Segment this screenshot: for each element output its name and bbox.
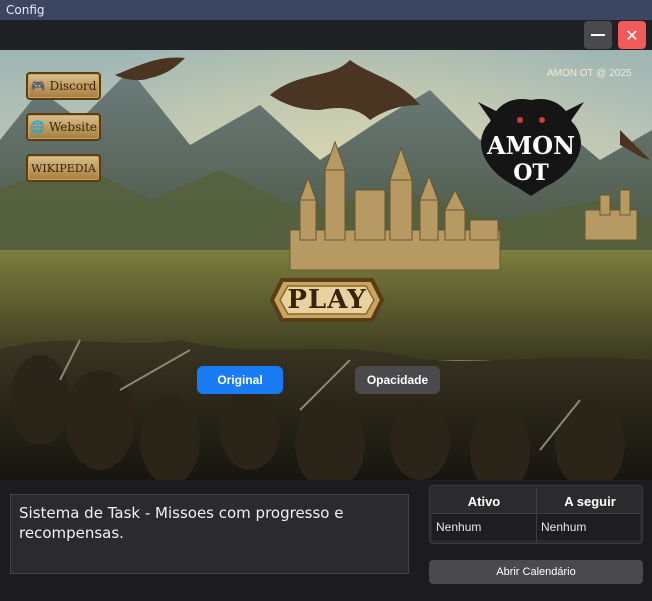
amon-ot-logo: AMON OT [472, 92, 590, 200]
title-bar: Config [0, 0, 652, 20]
play-label: PLAY [287, 285, 367, 315]
globe-icon: 🌐 [29, 120, 45, 134]
window-title: Config [6, 3, 45, 17]
website-label: Website [48, 120, 97, 134]
play-button[interactable]: PLAY [262, 270, 392, 330]
minimize-button[interactable] [584, 21, 612, 49]
wikipedia-button[interactable]: WIKIPEDIA [26, 154, 101, 182]
original-mode-button[interactable]: Original [197, 366, 283, 394]
open-calendar-button[interactable]: Abrir Calendário [429, 560, 643, 584]
discord-button[interactable]: 🎮 Discord [26, 72, 101, 100]
website-button[interactable]: 🌐 Website [26, 113, 101, 141]
table-cell-a-seguir[interactable]: Nenhum [537, 514, 640, 540]
column-header-a-seguir: A seguir [538, 488, 642, 514]
copyright-text: AMON OT @ 2025 [547, 68, 632, 79]
logo-line1: AMON [486, 131, 575, 160]
schedule-table: Ativo A seguir Nenhum Nenhum [429, 485, 643, 544]
discord-icon: 🎮 [30, 79, 46, 93]
top-toolbar: ✕ [0, 20, 652, 50]
task-description-textbox[interactable]: Sistema de Task - Missoes com progresso … [10, 494, 409, 574]
logo-line2: OT [513, 160, 549, 186]
column-divider [536, 488, 537, 542]
table-cell-ativo[interactable]: Nenhum [432, 514, 536, 540]
close-button[interactable]: ✕ [618, 21, 646, 49]
column-header-ativo: Ativo [432, 488, 536, 514]
wikipedia-label: WIKIPEDIA [31, 161, 96, 175]
opacity-mode-button[interactable]: Opacidade [355, 366, 440, 394]
discord-label: Discord [49, 79, 97, 93]
